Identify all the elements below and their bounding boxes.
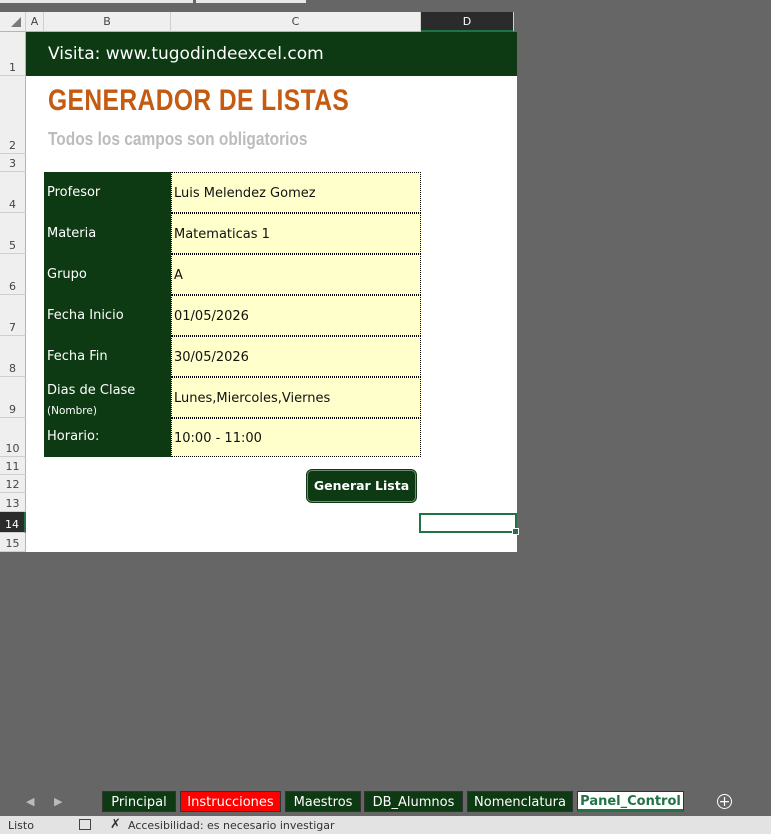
top-strip-segment — [196, 0, 306, 3]
accessibility-status[interactable]: Accesibilidad: es necesario investigar — [128, 819, 335, 832]
row-header-5[interactable]: 5 — [0, 213, 26, 254]
row-header-13[interactable]: 13 — [0, 493, 26, 512]
column-header-c[interactable]: C — [171, 12, 421, 32]
row-header-15[interactable]: 15 — [0, 533, 26, 552]
accessibility-icon[interactable]: ✗ — [110, 817, 121, 832]
field-label-cell[interactable]: Fecha Fin — [44, 336, 171, 377]
status-mode: Listo — [8, 819, 34, 832]
form-row-horario: Horario: 10:00 - 11:00 — [44, 418, 421, 457]
generar-lista-button[interactable]: Generar Lista — [307, 470, 416, 502]
page-subtitle: Todos los campos son obligatorios — [48, 129, 308, 149]
row-header-14[interactable]: 14 — [0, 512, 26, 533]
row-header-3[interactable]: 3 — [0, 154, 26, 172]
field-value: 30/05/2026 — [174, 350, 249, 365]
field-label-cell[interactable]: Fecha Inicio — [44, 295, 171, 336]
row-header-10[interactable]: 10 — [0, 418, 26, 457]
fecha-inicio-input-cell[interactable]: 01/05/2026 — [171, 295, 421, 336]
field-label: Profesor — [47, 185, 101, 200]
field-label-cell[interactable]: Dias de Clase (Nombre) — [44, 377, 171, 418]
field-value: 01/05/2026 — [174, 309, 249, 324]
field-label-cell[interactable]: Materia — [44, 213, 171, 254]
form-row-profesor: Profesor Luis Melendez Gomez — [44, 172, 421, 213]
field-label: Fecha Fin — [47, 349, 108, 364]
fill-handle[interactable] — [512, 528, 519, 535]
column-header-d[interactable]: D — [421, 12, 514, 32]
sheet-tab-maestros[interactable]: Maestros — [285, 791, 361, 812]
website-banner[interactable]: Visita: www.tugodindeexcel.com — [26, 32, 517, 76]
dias-de-clase-input-cell[interactable]: Lunes,Miercoles,Viernes — [171, 377, 421, 418]
field-label-cell[interactable]: Profesor — [44, 172, 171, 213]
horario-input-cell[interactable]: 10:00 - 11:00 — [171, 418, 421, 457]
active-cell-selection[interactable] — [419, 513, 519, 535]
banner-text: Visita: www.tugodindeexcel.com — [48, 44, 324, 64]
grupo-input-cell[interactable]: A — [171, 254, 421, 295]
scroll-tabs-left-icon[interactable]: ◀ — [26, 795, 34, 808]
field-label: Grupo — [47, 267, 87, 282]
select-all-triangle-icon — [11, 17, 21, 27]
row-header-1[interactable]: 1 — [0, 32, 26, 76]
fecha-fin-input-cell[interactable]: 30/05/2026 — [171, 336, 421, 377]
status-bar: Listo ✗ Accesibilidad: es necesario inve… — [0, 816, 771, 834]
field-label-cell[interactable]: Horario: — [44, 418, 171, 457]
row-header-2[interactable]: 2 — [0, 76, 26, 154]
form-row-materia: Materia Matematicas 1 — [44, 213, 421, 254]
row-header-12[interactable]: 12 — [0, 475, 26, 493]
field-label-cell[interactable]: Grupo — [44, 254, 171, 295]
field-value: A — [174, 268, 183, 283]
field-sublabel: (Nombre) — [47, 405, 97, 417]
scroll-tabs-right-icon[interactable]: ▶ — [54, 795, 62, 808]
sheet-tab-nomenclatura[interactable]: Nomenclatura — [467, 791, 573, 812]
form-row-dias-de-clase: Dias de Clase (Nombre) Lunes,Miercoles,V… — [44, 377, 421, 418]
select-all-corner[interactable] — [0, 12, 26, 32]
field-label: Dias de Clase — [47, 383, 136, 398]
window-top-strip — [0, 0, 771, 4]
page-title: GENERADOR DE LISTAS — [48, 84, 350, 117]
sheet-tab-panel-control[interactable]: Panel_Control — [577, 791, 684, 812]
row-header-9[interactable]: 9 — [0, 377, 26, 418]
field-value: Lunes,Miercoles,Viernes — [174, 391, 331, 406]
row-header-8[interactable]: 8 — [0, 336, 26, 377]
row-header-6[interactable]: 6 — [0, 254, 26, 295]
materia-input-cell[interactable]: Matematicas 1 — [171, 213, 421, 254]
field-label: Fecha Inicio — [47, 308, 124, 323]
sheet-tab-db-alumnos[interactable]: DB_Alumnos — [364, 791, 463, 812]
column-header-a[interactable]: A — [26, 12, 44, 32]
top-strip-segment — [0, 0, 193, 3]
worksheet-area[interactable]: Visita: www.tugodindeexcel.com GENERADOR… — [26, 32, 519, 552]
sheet-tab-instrucciones[interactable]: Instrucciones — [180, 791, 281, 812]
row-header-7[interactable]: 7 — [0, 295, 26, 336]
row-header-11[interactable]: 11 — [0, 457, 26, 475]
profesor-input-cell[interactable]: Luis Melendez Gomez — [171, 172, 421, 213]
macro-record-icon[interactable] — [79, 819, 91, 830]
field-value: Matematicas 1 — [174, 227, 270, 242]
field-value: 10:00 - 11:00 — [174, 431, 262, 446]
form-row-fecha-fin: Fecha Fin 30/05/2026 — [44, 336, 421, 377]
plus-circle-icon[interactable]: + — [717, 794, 732, 809]
sheet-tab-bar: ◀ ▶ Principal Instrucciones Maestros DB_… — [0, 788, 771, 816]
field-value: Luis Melendez Gomez — [174, 186, 316, 201]
row-header-4[interactable]: 4 — [0, 172, 26, 213]
form-row-fecha-inicio: Fecha Inicio 01/05/2026 — [44, 295, 421, 336]
form-row-grupo: Grupo A — [44, 254, 421, 295]
field-label: Horario: — [47, 429, 100, 444]
sheet-tab-principal[interactable]: Principal — [102, 791, 176, 812]
field-label: Materia — [47, 226, 97, 241]
column-header-b[interactable]: B — [44, 12, 171, 32]
